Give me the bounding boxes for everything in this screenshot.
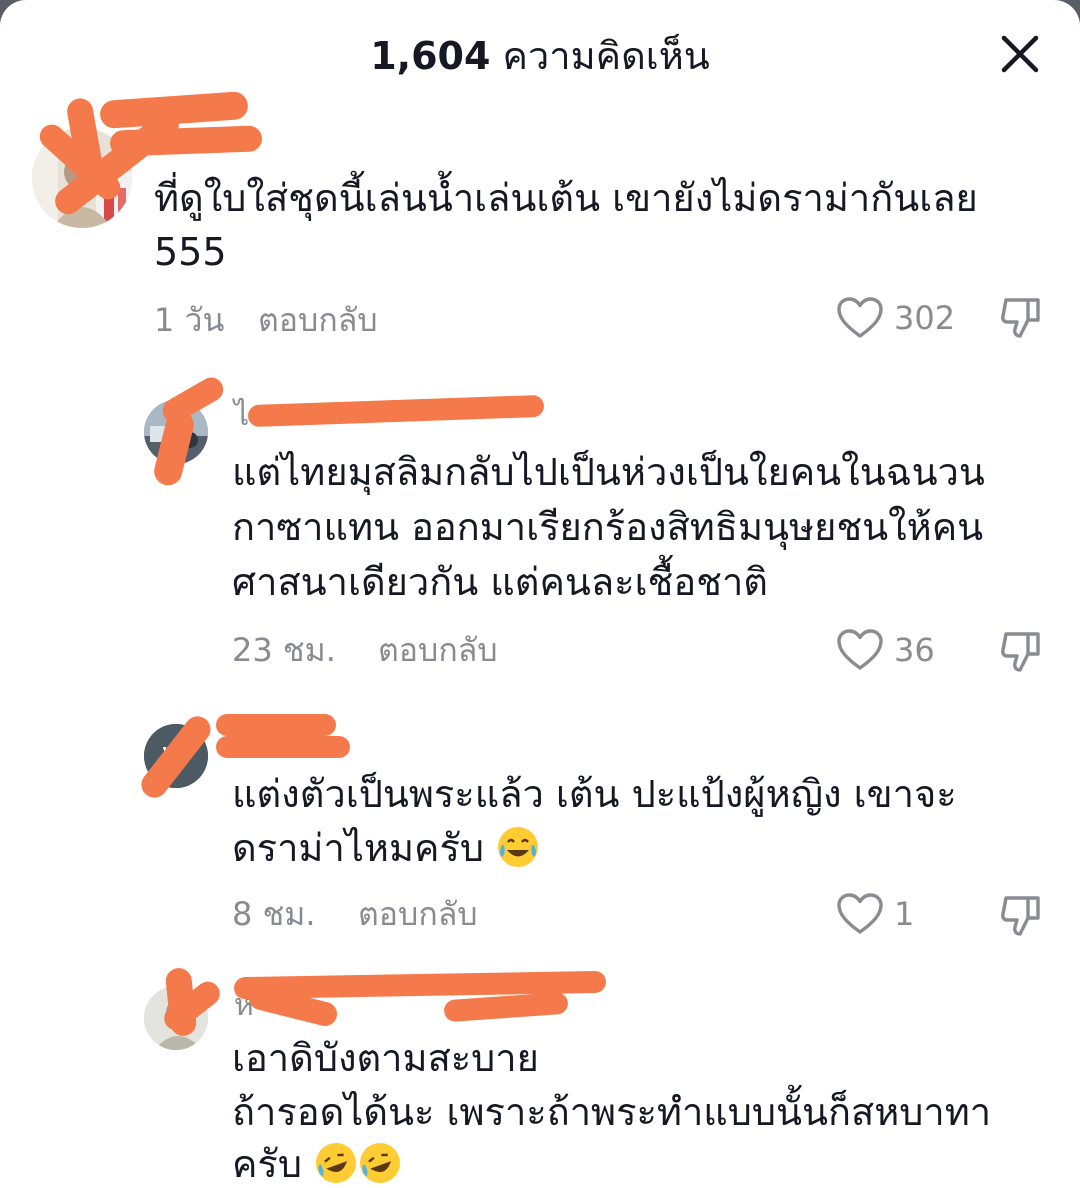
user-avatar[interactable]: W	[144, 724, 208, 788]
like-count: 36	[894, 631, 935, 669]
redaction-mark	[216, 736, 350, 758]
dislike-button[interactable]	[998, 892, 1044, 938]
comment-item: W แต่งตัวเป็นพระแล้ว เต้น ปะแป้งผู้หญิง …	[0, 704, 1080, 954]
like-button[interactable]: 1	[836, 890, 936, 938]
redaction-mark	[109, 125, 263, 157]
user-avatar-photo-icon	[32, 128, 132, 228]
close-button[interactable]	[994, 28, 1046, 80]
reply-button[interactable]: ตอบกลับ	[258, 300, 378, 340]
user-avatar-photo-icon	[144, 400, 208, 464]
like-count: 302	[894, 299, 956, 337]
rofl-emoji-icon	[360, 1143, 401, 1183]
comment-text-line: ดราม่าไหมครับ	[232, 820, 540, 876]
close-icon	[1001, 35, 1039, 73]
reply-button[interactable]: ตอบกลับ	[378, 630, 498, 670]
user-avatar[interactable]	[144, 400, 208, 464]
comment-text-line: แต่งตัวเป็นพระแล้ว เต้น ปะแป้งผู้หญิง เข…	[232, 772, 957, 816]
comment-item: ไบ แต่ไทยมุสลิมกลับไปเป็นห่วงเป็นใยคนในฉ…	[0, 373, 1080, 680]
heart-icon	[837, 629, 883, 670]
redaction-mark	[216, 714, 336, 736]
comment-item: ที่ดูใบใส่ชุดนี้เล่นน้ำเล่นเต้น เขายังไม…	[0, 90, 1080, 350]
comment-text-line: ครับ	[232, 1136, 402, 1188]
user-avatar-photo-icon	[144, 986, 208, 1050]
comments-sheet: 1,604 ความคิดเห็น ที่ดูใบใส่ชุดนี้เล่นน้…	[0, 0, 1080, 1188]
user-avatar[interactable]	[144, 986, 208, 1050]
redaction-mark	[247, 394, 545, 428]
comment-time: 23 ชม.	[232, 631, 336, 669]
reply-button[interactable]: ตอบกลับ	[358, 894, 478, 934]
comments-title: 1,604 ความคิดเห็น	[0, 32, 1080, 80]
like-count: 1	[894, 895, 915, 933]
tears-of-joy-emoji-icon	[498, 827, 539, 867]
comment-text-line: 555	[154, 230, 227, 274]
comment-text-segment: ครับ	[232, 1142, 302, 1186]
comment-text-line: ที่ดูใบใส่ชุดนี้เล่นน้ำเล่นเต้น เขายังไม…	[154, 176, 978, 220]
comment-text-line: เอาดิบังตามสะบาย	[232, 1036, 539, 1080]
comment-count-label: ความคิดเห็น	[502, 34, 710, 78]
like-button[interactable]: 36	[836, 626, 956, 674]
heart-icon	[837, 297, 883, 338]
comment-text-segment: ดราม่าไหมครับ	[232, 826, 484, 870]
thumbs-down-icon	[1001, 896, 1040, 936]
comments-header: 1,604 ความคิดเห็น	[0, 0, 1080, 112]
dislike-button[interactable]	[998, 294, 1044, 340]
comment-username[interactable]: ไบ	[234, 398, 268, 434]
comment-time: 8 ชม.	[232, 895, 316, 933]
like-button[interactable]: 302	[836, 294, 976, 342]
thumbs-down-icon	[1001, 298, 1040, 338]
redaction-mark	[443, 991, 569, 1023]
dislike-button[interactable]	[998, 628, 1044, 674]
letter-avatar-icon: W	[144, 724, 208, 788]
comment-text-line: กาซาแทน ออกมาเรียกร้องสิทธิมนุษยชนให้คน	[232, 505, 984, 549]
comment-count: 1,604	[370, 34, 491, 78]
comment-item: ห เอาดิบังตามสะบาย ถ้ารอดได้นะ เพราะถ้าพ…	[0, 964, 1080, 1188]
user-avatar[interactable]	[32, 128, 132, 228]
heart-icon	[837, 893, 883, 934]
comment-username[interactable]: ห	[234, 988, 254, 1024]
comment-text-line: แต่ไทยมุสลิมกลับไปเป็นห่วงเป็นใยคนในฉนวน	[232, 450, 985, 494]
rofl-emoji-icon	[316, 1143, 357, 1183]
thumbs-down-icon	[1001, 632, 1040, 672]
svg-text:W: W	[162, 741, 190, 774]
comment-text-line: ศาสนาเดียวกัน แต่คนละเชื้อชาติ	[232, 560, 768, 604]
redaction-mark	[246, 983, 340, 1029]
comment-time: 1 วัน	[154, 301, 225, 339]
comment-text-line: ถ้ารอดได้นะ เพราะถ้าพระทำแบบนั้นก็สหบาทา	[232, 1090, 992, 1134]
redaction-mark	[233, 970, 607, 1000]
